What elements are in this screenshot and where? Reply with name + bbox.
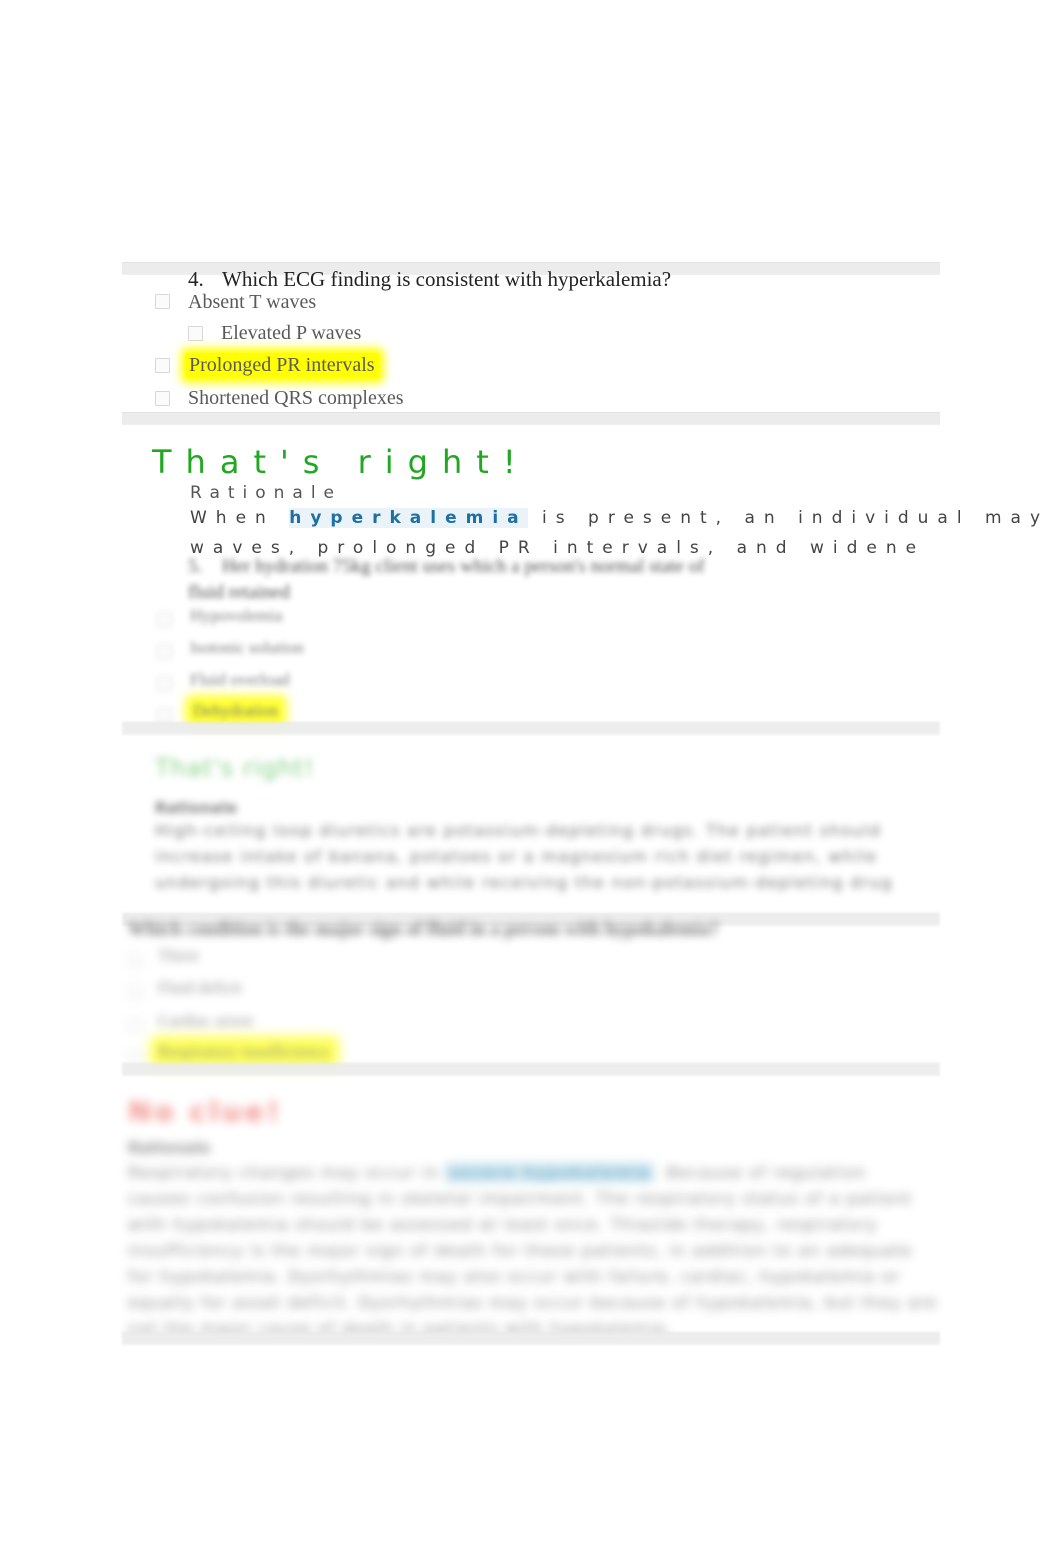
checkbox-q5-option-2[interactable] (157, 644, 172, 659)
checkbox-q5-option-3[interactable] (157, 676, 172, 691)
hyperkalemia-link[interactable]: hyperkalemia (289, 508, 528, 528)
checkbox-q4-option-1[interactable] (155, 294, 170, 309)
question-6-option-4[interactable]: Respiratory insufficiency (155, 1041, 335, 1063)
severe-hypokalemia-highlight: severe hypokalemia (445, 1162, 655, 1183)
feedback-4-rationale-label: Rationale (190, 483, 343, 503)
feedback-6-rationale-line-1: Respiratory changes may occur in severe … (128, 1160, 866, 1186)
question-5-text-line-1: Her hydration 75kg client uses which a p… (222, 556, 705, 577)
checkbox-q6-option-1[interactable] (128, 953, 143, 968)
checkbox-q4-option-4[interactable] (155, 391, 170, 406)
feedback-5-rationale-line-3: undergoing this diuretic and while recei… (155, 873, 893, 892)
question-4-option-1[interactable]: Absent T waves (188, 291, 316, 314)
question-4-text: Which ECG finding is consistent with hyp… (222, 267, 672, 291)
feedback-4-rationale-line-2: waves, prolonged PR intervals, and widen… (190, 538, 926, 558)
option-label: Elevated P waves (221, 322, 362, 344)
feedback-6-rationale-line-3: with hypokalemia should be assessed at l… (128, 1215, 878, 1234)
rationale-text-post: . Because of regulation (654, 1163, 867, 1182)
feedback-6-rationale-line-2: causes confusion resulting in skeletal i… (128, 1189, 913, 1208)
option-label-highlighted: Dehydration (190, 700, 282, 722)
rationale-text-post: is present, an individual may sho (527, 508, 1062, 528)
rationale-text-pre: Respiratory changes may occur in (128, 1163, 446, 1182)
question-6-option-3[interactable]: Cardiac arrest (158, 1011, 253, 1031)
question-6-option-1[interactable]: Thirst (158, 946, 199, 966)
feedback-5-rationale-line-1: High-ceiling loop diuretics are potassiu… (155, 821, 882, 840)
feedback-5-rationale-line-2: increase intake of banana, potatoes or a… (155, 847, 878, 866)
feedback-5-heading: That's right! (155, 754, 315, 782)
feedback-6-heading: No clue! (128, 1095, 283, 1128)
option-label-highlighted: Prolonged PR intervals (186, 353, 379, 378)
feedback-4-block: That's right! Rationale When hyperkalemi… (0, 438, 1062, 558)
separator-after-question-6 (122, 1063, 940, 1076)
checkbox-q5-option-1[interactable] (157, 612, 172, 627)
question-6-option-2[interactable]: Fluid deficit (158, 978, 242, 998)
question-5-option-3[interactable]: Fluid overload (190, 670, 290, 690)
question-5-option-1[interactable]: Hypovolemia (190, 606, 283, 626)
feedback-6-rationale-line-5: for hypokalemia. Dysrhythmias may also o… (128, 1267, 901, 1286)
question-5-number: 5. (188, 556, 203, 577)
option-label: Absent T waves (188, 291, 317, 313)
checkbox-q6-option-2[interactable] (128, 985, 143, 1000)
question-4-heading: 4. Which ECG finding is consistent with h… (188, 267, 671, 292)
option-label: Shortened QRS complexes (188, 387, 404, 409)
question-4-number: 4. (188, 267, 204, 291)
feedback-4-heading: That's right! (152, 443, 530, 481)
feedback-4-rationale-line-1: When hyperkalemia is present, an individ… (190, 508, 1062, 528)
question-5-option-4[interactable]: Dehydration (190, 700, 282, 722)
checkbox-q4-option-2[interactable] (188, 326, 203, 341)
checkbox-q6-option-3[interactable] (128, 1018, 143, 1033)
checkbox-q4-option-3[interactable] (155, 358, 170, 373)
question-6-heading: Which condition is the major sign of flu… (128, 919, 719, 940)
separator-bottom (122, 1332, 940, 1345)
separator-after-question-5 (122, 722, 940, 735)
feedback-6-rationale-label: Rationale (128, 1139, 211, 1157)
question-4-option-3[interactable]: Prolonged PR intervals (186, 353, 379, 378)
question-5-text-line-2: fluid retained (188, 582, 290, 603)
checkbox-q5-option-4[interactable] (157, 708, 172, 723)
option-label-highlighted: Respiratory insufficiency (155, 1041, 335, 1063)
question-4-option-2[interactable]: Elevated P waves (221, 322, 361, 345)
feedback-6-rationale-line-4: insufficiency is the major sign of death… (128, 1241, 913, 1260)
question-5-option-2[interactable]: Isotonic solution (190, 638, 304, 658)
separator-after-question-4 (122, 412, 940, 425)
document-page: 4. Which ECG finding is consistent with h… (0, 0, 1062, 1556)
feedback-6-rationale-line-6: equally for asset deficit. Dysrhythmias … (128, 1293, 938, 1312)
question-5-heading: 5. Her hydration 75kg client uses which a… (188, 556, 705, 578)
rationale-text-pre: When (190, 508, 290, 528)
question-4-option-4[interactable]: Shortened QRS complexes (188, 387, 404, 410)
